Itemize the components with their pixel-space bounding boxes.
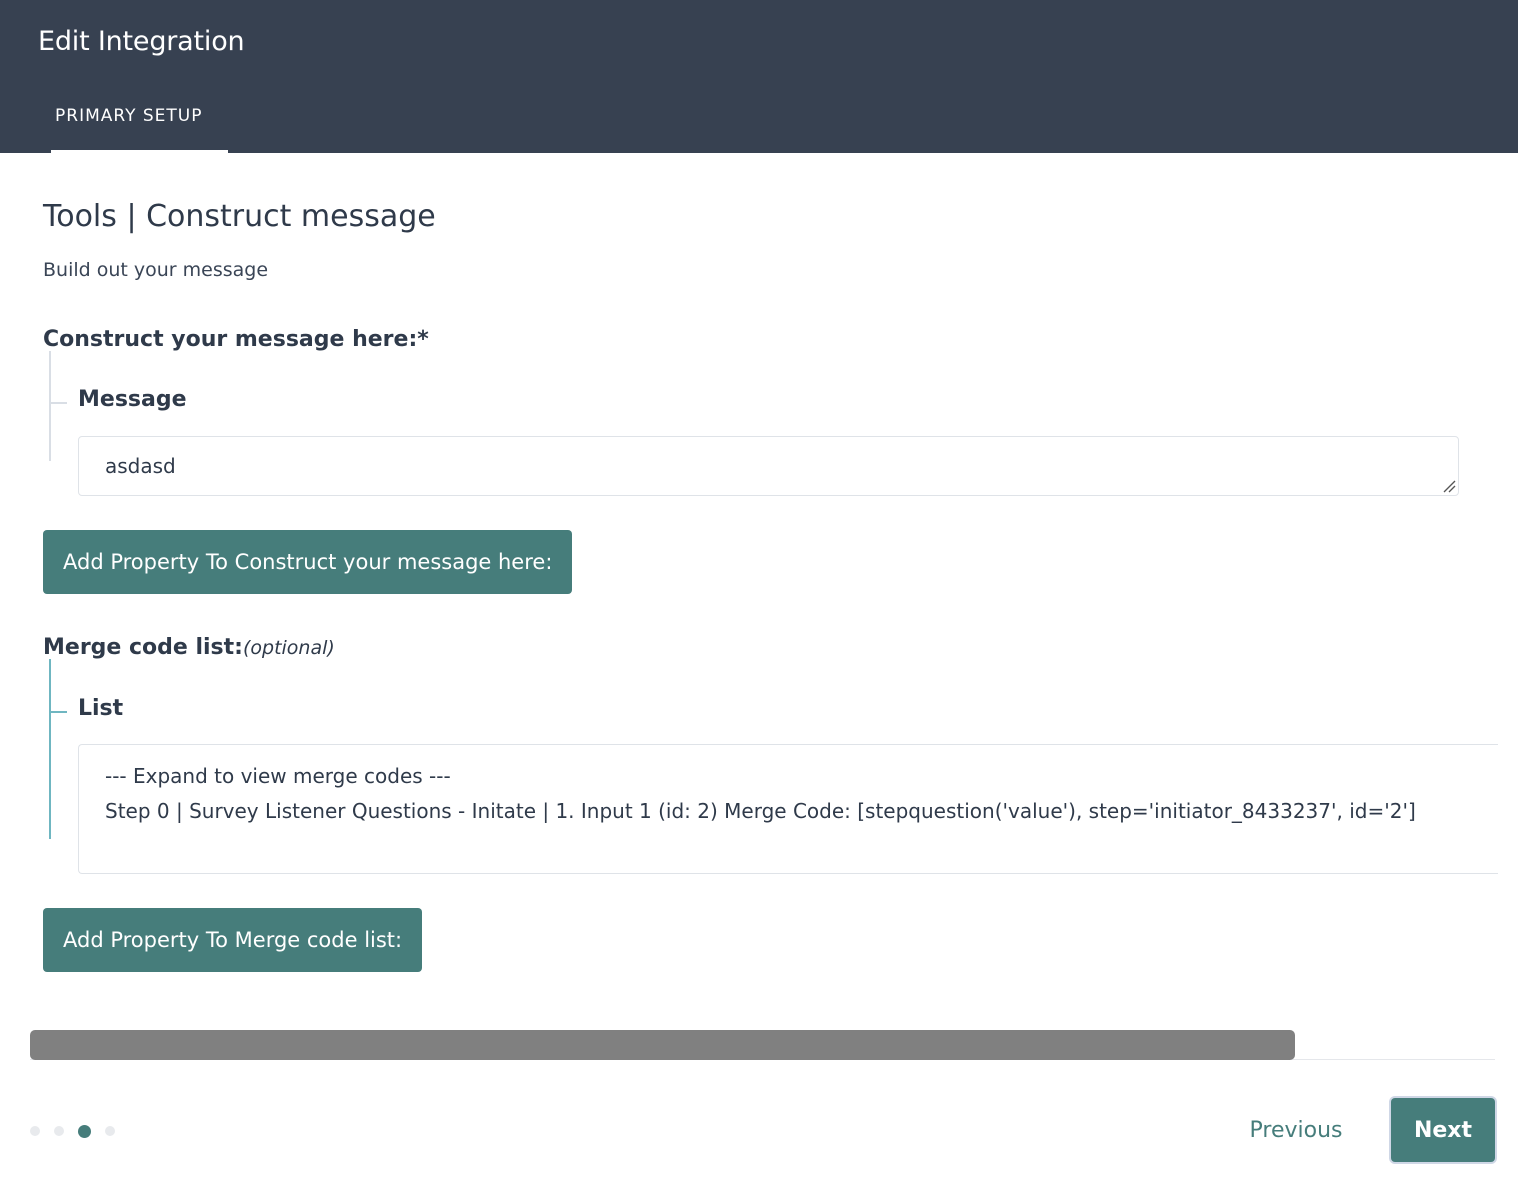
tab-label: PRIMARY SETUP — [55, 106, 203, 126]
merge-code-list-box[interactable]: --- Expand to view merge codes --- Step … — [78, 744, 1498, 874]
step-indicator — [30, 1124, 129, 1138]
add-property-merge-button[interactable]: Add Property To Merge code list: — [43, 908, 423, 972]
horizontal-scrollbar[interactable] — [30, 1030, 1495, 1060]
step-dot[interactable] — [30, 1126, 40, 1136]
message-field-label: Message — [78, 387, 187, 412]
step-dot-active[interactable] — [78, 1124, 91, 1138]
step-dot[interactable] — [54, 1126, 64, 1136]
previous-button[interactable]: Previous — [1240, 1098, 1352, 1162]
tree-line — [49, 659, 51, 839]
construct-message-label: Construct your message here:* — [43, 327, 429, 352]
merge-code-list-label: Merge code list:(optional) — [43, 635, 335, 660]
list-field-label: List — [78, 696, 124, 721]
list-item: --- Expand to view merge codes --- — [105, 764, 451, 788]
tree-line — [49, 351, 51, 461]
merge-code-list-title: Merge code list: — [43, 635, 243, 660]
tree-branch — [51, 402, 67, 404]
tree-branch — [51, 711, 67, 713]
main-content: Tools | Construct message Build out your… — [0, 153, 1518, 1188]
scrollbar-thumb[interactable] — [30, 1030, 1295, 1060]
message-value: asdasd — [105, 454, 176, 478]
page-title: Tools | Construct message — [43, 199, 436, 234]
next-button[interactable]: Next — [1391, 1098, 1495, 1162]
top-header: Edit Integration PRIMARY SETUP — [0, 0, 1518, 153]
add-property-construct-button[interactable]: Add Property To Construct your message h… — [43, 530, 573, 594]
page-subtitle: Build out your message — [43, 259, 269, 281]
optional-tag: (optional) — [242, 637, 335, 659]
message-textarea[interactable]: asdasd — [78, 436, 1459, 496]
step-dot[interactable] — [105, 1126, 115, 1136]
tab-primary-setup[interactable]: PRIMARY SETUP — [51, 94, 228, 153]
resize-handle-icon[interactable] — [1442, 479, 1456, 493]
window-title: Edit Integration — [38, 26, 245, 57]
list-item: Step 0 | Survey Listener Questions - Ini… — [105, 799, 1416, 823]
